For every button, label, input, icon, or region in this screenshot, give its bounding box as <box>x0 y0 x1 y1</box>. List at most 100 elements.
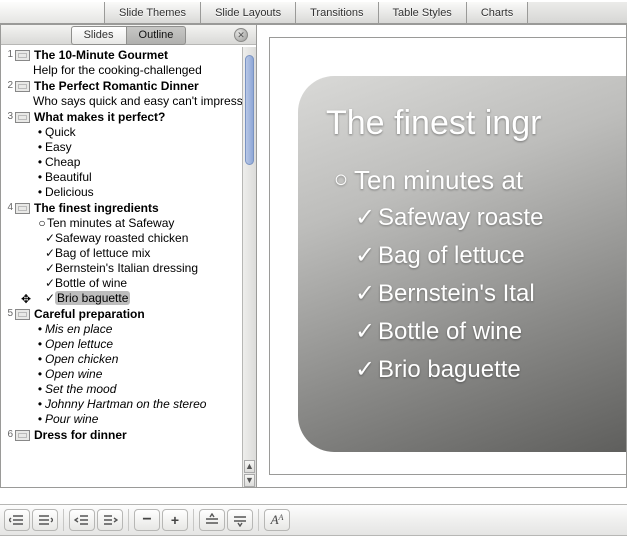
outline-slide[interactable]: 2The Perfect Romantic DinnerWho says qui… <box>3 78 254 109</box>
outline-slide[interactable]: 1 The 10-Minute GourmetHelp for the cooki… <box>3 47 254 78</box>
tab-rail-spacer <box>0 2 105 23</box>
outline-bullet[interactable]: •Pour wine <box>3 412 254 427</box>
outline-slide[interactable]: 6Dress for dinner <box>3 427 254 443</box>
outline-bullet-text: Johnny Hartman on the stereo <box>45 397 206 411</box>
slide-bullet-text: Bag of lettuce <box>378 237 525 275</box>
slide-title-text: The 10-Minute Gourmet <box>34 47 168 63</box>
slide-bullet-text: Safeway roaste <box>378 199 543 237</box>
outline-title-row[interactable]: 3What makes it perfect? <box>3 109 254 125</box>
outline-title-row[interactable]: 2The Perfect Romantic Dinner <box>3 78 254 94</box>
outline-title-row[interactable]: 1 The 10-Minute Gourmet <box>3 47 254 63</box>
slide-bullet-text: Ten minutes at <box>354 161 523 199</box>
outline-title-row[interactable]: 4The finest ingredients <box>3 200 254 216</box>
slide-icon <box>15 309 30 320</box>
scrollbar-thumb[interactable] <box>245 55 254 165</box>
check-icon: ✓ <box>352 275 378 313</box>
outline-bullet[interactable]: •Beautiful <box>3 170 254 185</box>
move-right-button[interactable] <box>97 509 123 531</box>
scroll-down-icon[interactable]: ▼ <box>244 474 255 487</box>
outline-bullet[interactable]: ✓Bottle of wine <box>3 276 254 291</box>
outline-bullet-text: Delicious <box>45 185 94 199</box>
tab-slide-layouts[interactable]: Slide Layouts <box>201 2 296 23</box>
slide-canvas-frame: The finest ingr ○Ten minutes at✓Safeway … <box>269 37 626 475</box>
outline-bullet-text: Bottle of wine <box>55 276 127 290</box>
toolbar-separator <box>193 509 194 531</box>
check-icon: ✓ <box>352 237 378 275</box>
outline-slide[interactable]: 5Careful preparation•Mis en place•Open l… <box>3 306 254 427</box>
slide-bullet-text: Brio baguette <box>378 351 521 389</box>
outline-bullet[interactable]: •Open lettuce <box>3 337 254 352</box>
bullet-icon: • <box>35 367 45 382</box>
tab-table-styles[interactable]: Table Styles <box>379 2 467 23</box>
slide-canvas-area: The finest ingr ○Ten minutes at✓Safeway … <box>257 25 626 487</box>
slide-bullet-list: ○Ten minutes at ✓Safeway roaste✓Bag of le… <box>328 161 626 389</box>
outline-body-text[interactable]: Who says quick and easy can't impress? <box>3 94 254 109</box>
slide-bullet-row: ✓Bernstein's Ital <box>352 275 626 313</box>
outline-bullet[interactable]: •Mis en place <box>3 322 254 337</box>
slide-title-text: What makes it perfect? <box>34 109 165 125</box>
outline-title-row[interactable]: 5Careful preparation <box>3 306 254 322</box>
scroll-up-icon[interactable]: ▲ <box>244 460 255 473</box>
check-icon: ✓ <box>45 246 55 261</box>
outline-bullet[interactable]: ✓Bag of lettuce mix <box>3 246 254 261</box>
outline-bullet[interactable]: •Delicious <box>3 185 254 200</box>
slide-number: 4 <box>5 200 13 216</box>
slide-icon <box>15 50 30 61</box>
sidebar-tab-slides[interactable]: Slides <box>71 26 126 45</box>
bullet-icon: • <box>35 140 45 155</box>
collapse-button[interactable]: − <box>134 509 160 531</box>
promote-button[interactable] <box>4 509 30 531</box>
outline-bullet[interactable]: ○Ten minutes at Safeway <box>3 216 254 231</box>
demote-button[interactable] <box>32 509 58 531</box>
slide-icon <box>15 203 30 214</box>
slide-number: 6 <box>5 427 13 443</box>
bullet-icon: • <box>35 185 45 200</box>
close-sidebar-icon[interactable]: ✕ <box>234 28 248 42</box>
check-icon: ✓ <box>45 261 55 276</box>
slide-bullet-row: ✓Bag of lettuce <box>352 237 626 275</box>
sidebar-tab-outline[interactable]: Outline <box>126 26 187 45</box>
outline-bullet[interactable]: •Johnny Hartman on the stereo <box>3 397 254 412</box>
outline-bullet-text: Mis en place <box>45 322 112 336</box>
slide-number: 1 <box>5 47 13 63</box>
outline-bullet-text: Open lettuce <box>45 337 113 351</box>
expand-button[interactable]: + <box>162 509 188 531</box>
outline-bullet[interactable]: ✓Safeway roasted chicken <box>3 231 254 246</box>
tab-transitions[interactable]: Transitions <box>296 2 378 23</box>
slide-bullet-row: ○Ten minutes at <box>328 161 626 199</box>
tab-slide-themes[interactable]: Slide Themes <box>105 2 201 23</box>
bullet-icon: • <box>35 322 45 337</box>
slide-title-text: The Perfect Romantic Dinner <box>34 78 199 94</box>
move-up-button[interactable] <box>199 509 225 531</box>
outline-bullet[interactable]: •Open wine <box>3 367 254 382</box>
outline-bullet[interactable]: •Open chicken <box>3 352 254 367</box>
move-left-button[interactable] <box>69 509 95 531</box>
outline-bullet-text: Safeway roasted chicken <box>55 231 188 245</box>
bullet-icon: • <box>35 125 45 140</box>
slide-bullet-text: Bottle of wine <box>378 313 522 351</box>
sidebar-scrollbar[interactable]: ▲ ▼ <box>242 47 256 487</box>
outline-bullet-text: Pour wine <box>45 412 98 426</box>
check-icon: ✓ <box>45 276 55 291</box>
outline-title-row[interactable]: 6Dress for dinner <box>3 427 254 443</box>
move-down-button[interactable] <box>227 509 253 531</box>
check-icon: ✓ <box>45 291 55 306</box>
slide-preview[interactable]: The finest ingr ○Ten minutes at✓Safeway … <box>298 76 626 452</box>
outline-slide[interactable]: 3What makes it perfect?•Quick•Easy•Cheap… <box>3 109 254 200</box>
check-icon: ✓ <box>45 231 55 246</box>
outline-bullet[interactable]: •Cheap <box>3 155 254 170</box>
top-tab-rail: Slide Themes Slide Layouts Transitions T… <box>0 2 627 24</box>
outline-bullet-text: Ten minutes at Safeway <box>47 216 174 230</box>
outline-bullet[interactable]: •Easy <box>3 140 254 155</box>
show-formatting-button[interactable]: AA <box>264 509 290 531</box>
outline-bullet[interactable]: •Set the mood <box>3 382 254 397</box>
outline-list[interactable]: 1 The 10-Minute GourmetHelp for the cooki… <box>1 45 256 487</box>
outline-bullet[interactable]: ✓Bernstein's Italian dressing <box>3 261 254 276</box>
outline-slide[interactable]: 4The finest ingredients○Ten minutes at S… <box>3 200 254 306</box>
outline-bullet-text: Bernstein's Italian dressing <box>55 261 198 275</box>
tab-charts[interactable]: Charts <box>467 2 528 23</box>
slide-number: 5 <box>5 306 13 322</box>
outline-bullet[interactable]: ✓Brio baguette <box>3 291 254 306</box>
outline-bullet[interactable]: •Quick <box>3 125 254 140</box>
outline-body-text[interactable]: Help for the cooking-challenged <box>3 63 254 78</box>
